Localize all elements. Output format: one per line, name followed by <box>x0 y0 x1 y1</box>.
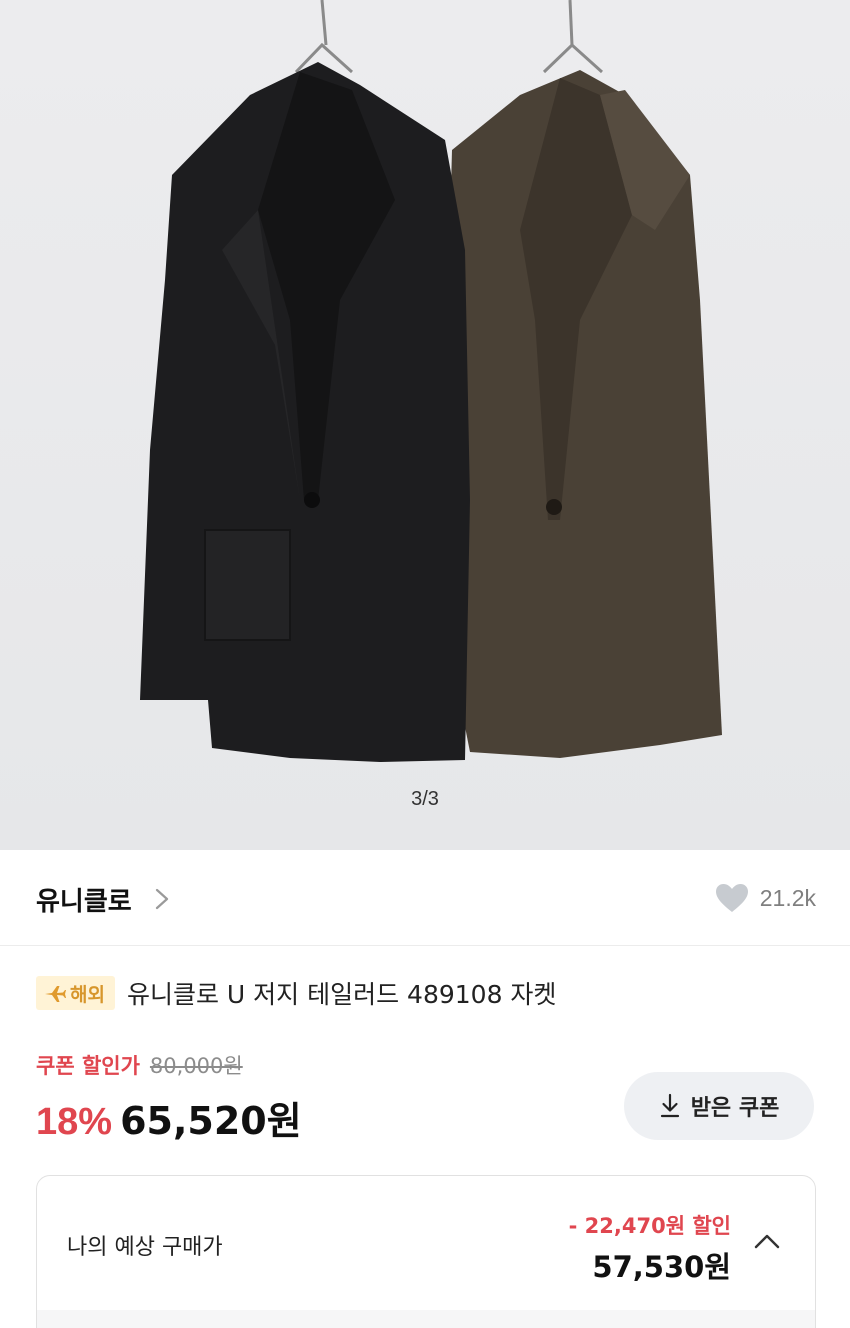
coupon-price-row: 쿠폰 할인가 80,000원 <box>36 1050 243 1080</box>
download-icon <box>660 1093 679 1118</box>
like-button[interactable]: 21.2k <box>714 880 816 916</box>
image-counter: 3/3 <box>411 788 439 810</box>
original-price: 80,000원 <box>149 1054 243 1078</box>
heart-icon[interactable] <box>714 882 750 914</box>
coupon-button-label: 받은 쿠폰 <box>690 1096 780 1121</box>
overseas-badge: 해외 <box>36 976 115 1010</box>
product-title-row: 해외 유니클로 U 저지 테일러드 489108 자켓 <box>36 973 556 1013</box>
estimate-detail-area <box>37 1310 815 1328</box>
plane-icon <box>45 986 66 1002</box>
estimated-price-panel[interactable]: 나의 예상 구매가 - 22,470원 할인 57,530원 <box>36 1175 816 1328</box>
like-count: 21.2k <box>759 884 816 911</box>
product-image[interactable]: 3/3 <box>0 0 850 850</box>
received-coupon-button[interactable]: 받은 쿠폰 <box>624 1072 814 1140</box>
brand-name[interactable]: 유니클로 <box>36 881 132 918</box>
estimate-discount: - 22,470원 할인 <box>568 1214 731 1238</box>
estimate-final-price: 57,530원 <box>592 1250 731 1284</box>
chevron-right-icon[interactable] <box>150 884 174 914</box>
chevron-up-icon[interactable] <box>753 1232 781 1250</box>
discount-rate: 18% <box>36 1101 113 1143</box>
sale-price-row: 18% 65,520원 <box>36 1090 302 1145</box>
estimate-label: 나의 예상 구매가 <box>67 1235 223 1260</box>
badge-label: 해외 <box>70 983 105 1006</box>
sale-price: 65,520원 <box>120 1099 302 1143</box>
brand-row[interactable]: 유니클로 21.2k <box>0 850 850 946</box>
product-photo <box>0 0 850 850</box>
coupon-price-label: 쿠폰 할인가 <box>36 1054 140 1078</box>
product-title: 유니클로 U 저지 테일러드 489108 자켓 <box>126 980 557 1009</box>
